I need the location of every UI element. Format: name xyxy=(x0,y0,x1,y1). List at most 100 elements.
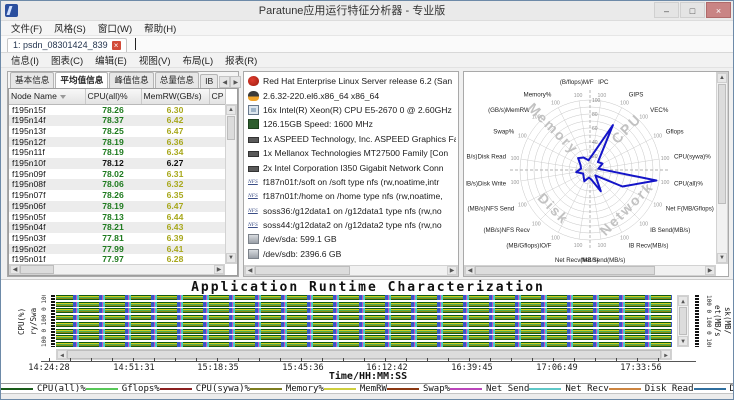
node-activity-band xyxy=(56,322,672,327)
sysinfo-text: Red Hat Enterprise Linux Server release … xyxy=(263,76,452,86)
column-header[interactable]: CPU(all)% xyxy=(85,89,141,104)
sysinfo-item: Red Hat Enterprise Linux Server release … xyxy=(246,74,456,88)
scrollbar-thumb[interactable] xyxy=(255,266,350,275)
status-bar xyxy=(1,393,734,400)
left-tick-comb xyxy=(51,295,55,347)
legend-line-swatch xyxy=(324,388,356,390)
tab-2[interactable]: 峰值信息 xyxy=(109,72,153,88)
svg-text:Memory%: Memory% xyxy=(524,91,552,98)
tab-3[interactable]: 总量信息 xyxy=(155,72,199,88)
svg-text:Swap%: Swap% xyxy=(493,128,514,135)
scroll-right-icon[interactable]: ▶ xyxy=(661,350,671,359)
node-activity-band xyxy=(56,302,672,307)
nfs-icon: NFS xyxy=(248,220,259,230)
menu-item-0[interactable]: 文件(F) xyxy=(5,21,48,35)
column-header[interactable]: MemRW(GB/s) xyxy=(141,89,209,104)
left-axis-label-memswap: ry/Swa xyxy=(29,295,40,347)
table-row[interactable]: f195n04f78.216.43 xyxy=(9,222,225,233)
menu-item-3[interactable]: 帮助(H) xyxy=(138,21,182,35)
table-row[interactable]: f195n05f78.136.44 xyxy=(9,212,225,223)
submenu-item-2[interactable]: 编辑(E) xyxy=(89,53,133,67)
svg-text:100: 100 xyxy=(639,222,648,228)
column-header[interactable]: CP▲ xyxy=(209,89,225,104)
scroll-down-icon[interactable]: ▼ xyxy=(226,253,236,263)
svg-text:(MB/s)NFS Recv: (MB/s)NFS Recv xyxy=(483,227,530,234)
scrollbar-thumb[interactable] xyxy=(718,84,726,204)
table-row[interactable]: f195n08f78.066.32 xyxy=(9,179,225,190)
legend-line-swatch xyxy=(250,388,282,390)
right-axis-label-disk: sk(MB/ xyxy=(721,295,732,347)
sysinfo-item: /dev/sda: 599.1 GB xyxy=(246,232,456,246)
tab-1[interactable]: 平均值信息 xyxy=(55,72,108,88)
sample-markers xyxy=(56,322,672,327)
sysinfo-text: 1x Mellanox Technologies MT27500 Family … xyxy=(263,148,448,158)
menu-item-1[interactable]: 风格(S) xyxy=(48,21,92,35)
tab-scroll-right-icon[interactable]: ▶ xyxy=(230,76,241,88)
table-row[interactable]: f195n06f78.196.47 xyxy=(9,201,225,212)
column-header[interactable]: Node Name xyxy=(9,89,85,104)
network-icon xyxy=(248,166,259,172)
sort-asc-icon[interactable]: ▲ xyxy=(224,95,225,101)
node-activity-band xyxy=(56,335,672,340)
document-tab[interactable]: 1: psdn_08301424_839 × xyxy=(7,38,127,52)
scrollbar-thumb[interactable] xyxy=(679,307,687,335)
sysinfo-item: 2.6.32-220.el6.x86_64 x86_64 xyxy=(246,88,456,102)
radar-vertical-scrollbar[interactable]: ▲ ▼ xyxy=(716,72,728,264)
scroll-up-icon[interactable]: ▲ xyxy=(717,73,727,83)
scrollbar-thumb[interactable] xyxy=(20,265,54,274)
scroll-right-icon[interactable]: ▶ xyxy=(214,265,224,274)
tab-4[interactable]: IB xyxy=(200,74,218,88)
sysinfo-horizontal-scrollbar[interactable]: ◀ ▶ xyxy=(244,265,458,276)
submenu-item-1[interactable]: 图表(C) xyxy=(45,53,89,67)
scroll-down-icon[interactable]: ▼ xyxy=(717,253,727,263)
svg-text:100: 100 xyxy=(511,156,520,162)
sysinfo-item: 126.15GB Speed: 1600 MHz xyxy=(246,117,456,131)
submenu-item-0[interactable]: 信息(I) xyxy=(5,53,45,67)
tab-0[interactable]: 基本信息 xyxy=(10,72,54,88)
sample-markers xyxy=(56,315,672,320)
chart-title: Application Runtime Characterization xyxy=(1,280,734,295)
scroll-up-icon[interactable]: ▲ xyxy=(678,296,688,306)
menu-item-2[interactable]: 窗口(W) xyxy=(92,21,138,35)
minimize-button[interactable]: – xyxy=(654,2,679,18)
submenu-item-3[interactable]: 视图(V) xyxy=(133,53,177,67)
tab-scroll-left-icon[interactable]: ◀ xyxy=(219,76,230,88)
submenu-item-4[interactable]: 布局(L) xyxy=(177,53,220,67)
table-vertical-scrollbar[interactable]: ▲ ▼ xyxy=(225,104,237,264)
maximize-button[interactable]: □ xyxy=(680,2,705,18)
legend-line-swatch xyxy=(694,388,726,390)
time-axis-ticks xyxy=(49,358,659,361)
node-activity-band xyxy=(56,342,672,347)
table-row[interactable]: f195n07f78.266.35 xyxy=(9,190,225,201)
scroll-right-icon[interactable]: ▶ xyxy=(705,266,715,275)
scrollbar-thumb[interactable] xyxy=(475,266,655,275)
table-row[interactable]: f195n15f78.266.30 xyxy=(9,104,225,115)
table-row[interactable]: f195n02f77.996.41 xyxy=(9,244,225,255)
table-row[interactable]: f195n10f78.126.27 xyxy=(9,158,225,169)
chart-vertical-scrollbar[interactable]: ▲ ▼ xyxy=(677,295,689,347)
filter-icon[interactable] xyxy=(60,95,66,99)
svg-text:100: 100 xyxy=(532,222,541,228)
table-row[interactable]: f195n13f78.256.47 xyxy=(9,126,225,137)
scrollbar-thumb[interactable] xyxy=(227,116,235,140)
scroll-left-icon[interactable]: ◀ xyxy=(465,266,475,275)
scroll-up-icon[interactable]: ▲ xyxy=(226,105,236,115)
submenu-item-5[interactable]: 报表(R) xyxy=(219,53,263,67)
tab-close-icon[interactable]: × xyxy=(112,41,121,50)
table-row[interactable]: f195n12f78.196.36 xyxy=(9,137,225,148)
table-horizontal-scrollbar[interactable]: ◀ ▶ xyxy=(9,264,225,275)
scroll-left-icon[interactable]: ◀ xyxy=(245,266,255,275)
node-activity-band xyxy=(56,295,672,300)
scroll-down-icon[interactable]: ▼ xyxy=(678,336,688,346)
table-row[interactable]: f195n03f77.816.39 xyxy=(9,233,225,244)
table-row[interactable]: f195n14f78.376.42 xyxy=(9,115,225,126)
sysinfo-text: /dev/sdb: 2396.6 GB xyxy=(263,249,341,259)
scroll-right-icon[interactable]: ▶ xyxy=(447,266,457,275)
table-row[interactable]: f195n11f78.196.34 xyxy=(9,147,225,158)
svg-text:Net F(MB/Gflops): Net F(MB/Gflops) xyxy=(666,206,714,213)
sample-markers xyxy=(56,329,672,334)
scroll-left-icon[interactable]: ◀ xyxy=(10,265,20,274)
radar-horizontal-scrollbar[interactable]: ◀ ▶ xyxy=(464,265,716,276)
close-button[interactable]: × xyxy=(706,2,731,18)
table-row[interactable]: f195n09f78.026.31 xyxy=(9,169,225,180)
